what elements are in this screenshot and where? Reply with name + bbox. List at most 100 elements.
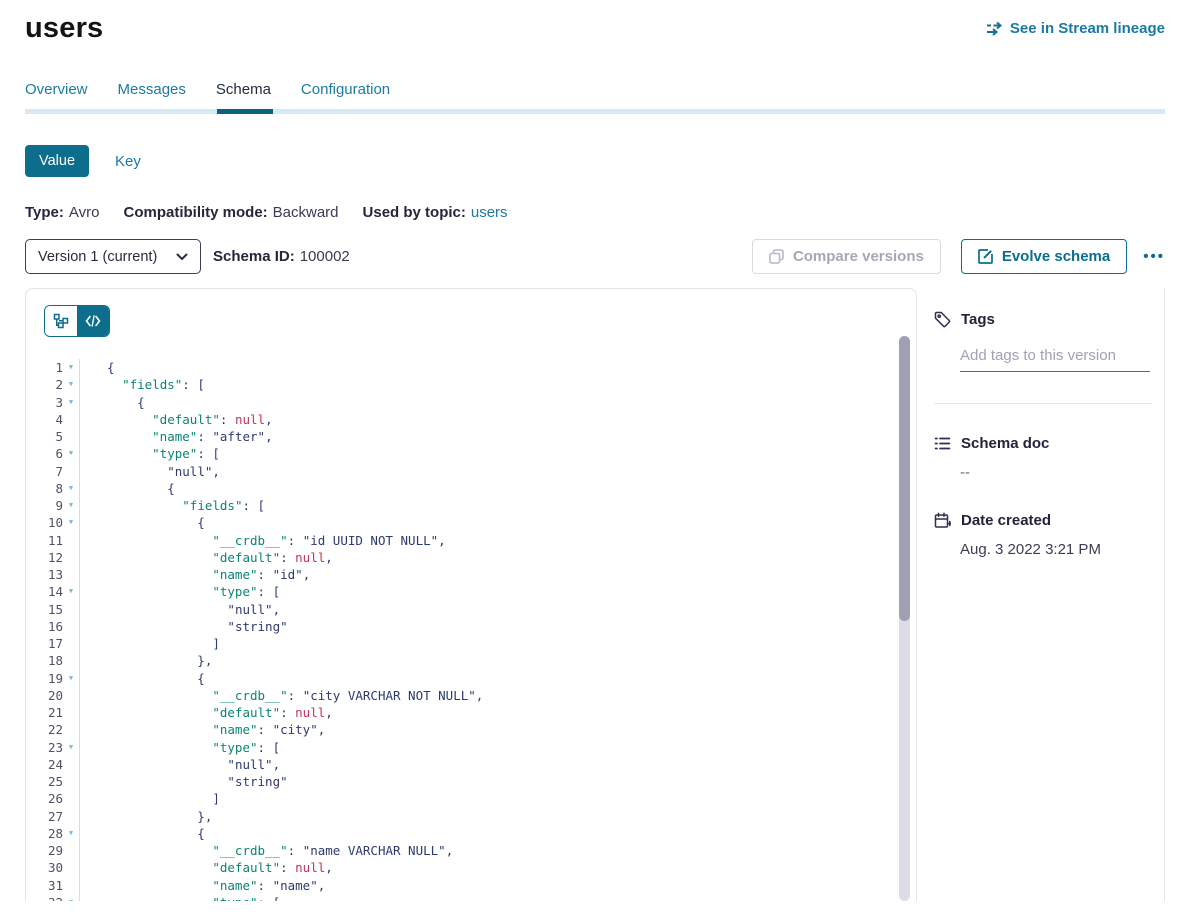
meta-compat-value: Backward	[273, 204, 339, 221]
more-actions-button[interactable]: •••	[1143, 248, 1165, 265]
code-view-icon	[85, 315, 101, 327]
meta-topic-label: Used by topic:	[363, 204, 466, 221]
code-text: "__crdb__": "city VARCHAR NOT NULL",	[79, 687, 916, 704]
code-line: 11 "__crdb__": "id UUID NOT NULL",	[26, 532, 916, 549]
code-text: "type": [	[79, 583, 916, 600]
code-line: 23▼ "type": [	[26, 739, 916, 756]
topic-users-link[interactable]: users	[471, 204, 508, 221]
line-number: 30	[26, 859, 63, 876]
code-line: 3▼ {	[26, 394, 916, 411]
see-in-stream-lineage-link[interactable]: See in Stream lineage	[986, 20, 1165, 37]
fold-spacer	[63, 773, 79, 790]
editor-scrollbar[interactable]	[899, 336, 910, 901]
calendar-plus-icon	[934, 512, 951, 529]
fold-toggle-icon[interactable]: ▼	[63, 670, 79, 687]
code-text: {	[79, 394, 916, 411]
line-number: 23	[26, 739, 63, 756]
fold-spacer	[63, 790, 79, 807]
tab-messages[interactable]: Messages	[118, 81, 186, 109]
code-line: 9▼ "fields": [	[26, 497, 916, 514]
fold-toggle-icon[interactable]: ▼	[63, 583, 79, 600]
code-line: 22 "name": "city",	[26, 721, 916, 738]
code-line: 25 "string"	[26, 773, 916, 790]
value-toggle-button[interactable]: Value	[25, 145, 89, 177]
tab-bar: Overview Messages Schema Configuration	[25, 81, 1165, 114]
code-view-button[interactable]	[77, 306, 109, 336]
fold-spacer	[63, 618, 79, 635]
line-number: 3	[26, 394, 63, 411]
evolve-schema-button[interactable]: Evolve schema	[961, 239, 1127, 274]
fold-toggle-icon[interactable]: ▼	[63, 514, 79, 531]
schema-content: 1▼{2▼ "fields": [3▼ {4 "default": null,5…	[25, 288, 1165, 901]
line-number: 15	[26, 601, 63, 618]
fold-spacer	[63, 756, 79, 773]
code-text: {	[79, 825, 916, 842]
line-number: 29	[26, 842, 63, 859]
date-created-title-label: Date created	[961, 512, 1051, 529]
code-line: 18 },	[26, 652, 916, 669]
active-tab-indicator	[217, 109, 273, 114]
code-text: "string"	[79, 618, 916, 635]
code-text: {	[79, 514, 916, 531]
version-select[interactable]: Version 1 (current)	[25, 239, 201, 274]
code-lines: 1▼{2▼ "fields": [3▼ {4 "default": null,5…	[26, 359, 916, 901]
fold-toggle-icon[interactable]: ▼	[63, 376, 79, 393]
code-text: "default": null,	[79, 549, 916, 566]
line-number: 18	[26, 652, 63, 669]
code-line: 30 "default": null,	[26, 859, 916, 876]
fold-toggle-icon[interactable]: ▼	[63, 359, 79, 376]
code-line: 4 "default": null,	[26, 411, 916, 428]
code-line: 5 "name": "after",	[26, 428, 916, 445]
code-line: 16 "string"	[26, 618, 916, 635]
fold-toggle-icon[interactable]: ▼	[63, 480, 79, 497]
code-text: },	[79, 652, 916, 669]
fold-spacer	[63, 687, 79, 704]
code-text: "type": [	[79, 894, 916, 901]
fold-toggle-icon[interactable]: ▼	[63, 825, 79, 842]
schema-id-label: Schema ID:	[213, 248, 295, 265]
line-number: 25	[26, 773, 63, 790]
list-icon	[934, 436, 951, 451]
version-sidebar: Tags Schema doc --	[917, 288, 1165, 901]
key-toggle-link[interactable]: Key	[115, 153, 141, 170]
fold-toggle-icon[interactable]: ▼	[63, 894, 79, 901]
tab-configuration[interactable]: Configuration	[301, 81, 390, 109]
tab-overview[interactable]: Overview	[25, 81, 88, 109]
code-line: 2▼ "fields": [	[26, 376, 916, 393]
fold-toggle-icon[interactable]: ▼	[63, 739, 79, 756]
code-text: "name": "after",	[79, 428, 916, 445]
tree-view-button[interactable]	[45, 306, 77, 336]
fold-toggle-icon[interactable]: ▼	[63, 445, 79, 462]
line-number: 11	[26, 532, 63, 549]
line-number: 28	[26, 825, 63, 842]
tags-section-title: Tags	[934, 311, 1152, 328]
code-line: 27 },	[26, 808, 916, 825]
line-number: 21	[26, 704, 63, 721]
schema-doc-title-label: Schema doc	[961, 435, 1049, 452]
code-line: 26 ]	[26, 790, 916, 807]
page-title: users	[25, 12, 103, 45]
compare-versions-button[interactable]: Compare versions	[752, 239, 941, 274]
code-line: 14▼ "type": [	[26, 583, 916, 600]
evolve-schema-label: Evolve schema	[1002, 248, 1110, 265]
fold-toggle-icon[interactable]: ▼	[63, 394, 79, 411]
code-line: 17 ]	[26, 635, 916, 652]
line-number: 8	[26, 480, 63, 497]
date-created-section: Date created Aug. 3 2022 3:21 PM	[934, 512, 1152, 558]
meta-compatibility: Compatibility mode:Backward	[123, 204, 338, 221]
fold-spacer	[63, 652, 79, 669]
fold-toggle-icon[interactable]: ▼	[63, 497, 79, 514]
code-text: "name": "id",	[79, 566, 916, 583]
edit-icon	[978, 249, 993, 264]
tab-schema[interactable]: Schema	[216, 81, 271, 109]
line-number: 2	[26, 376, 63, 393]
value-key-toggle: Value Key	[25, 145, 1165, 177]
code-text: "default": null,	[79, 859, 916, 876]
add-tags-input[interactable]	[960, 347, 1150, 372]
schema-doc-value: --	[960, 464, 1152, 481]
fold-spacer	[63, 566, 79, 583]
fold-spacer	[63, 428, 79, 445]
editor-scrollbar-thumb[interactable]	[899, 336, 910, 621]
code-text: "name": "name",	[79, 877, 916, 894]
code-line: 21 "default": null,	[26, 704, 916, 721]
